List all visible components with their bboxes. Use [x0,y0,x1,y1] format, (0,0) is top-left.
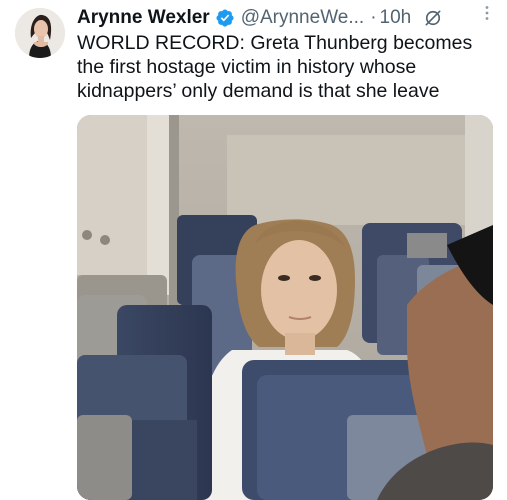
tweet[interactable]: Arynne Wexler @ArynneWe... · 10h WORLD R… [0,0,507,500]
tweet-text: WORLD RECORD: Greta Thunberg becomes the… [77,32,473,102]
verified-badge-icon [215,8,235,28]
author-handle[interactable]: @ArynneWe... [241,7,364,29]
author-avatar[interactable] [15,8,65,58]
author-display-name[interactable]: Arynne Wexler [77,7,210,29]
avatar-image [15,8,65,58]
separator-dot: · [370,7,377,28]
grok-icon[interactable] [423,8,443,28]
tweet-timestamp[interactable]: 10h [380,7,412,29]
more-options-icon[interactable] [477,3,497,23]
tweet-header: Arynne Wexler @ArynneWe... · 10h [77,6,497,30]
train-photo [77,115,493,500]
tweet-media[interactable] [77,115,493,500]
